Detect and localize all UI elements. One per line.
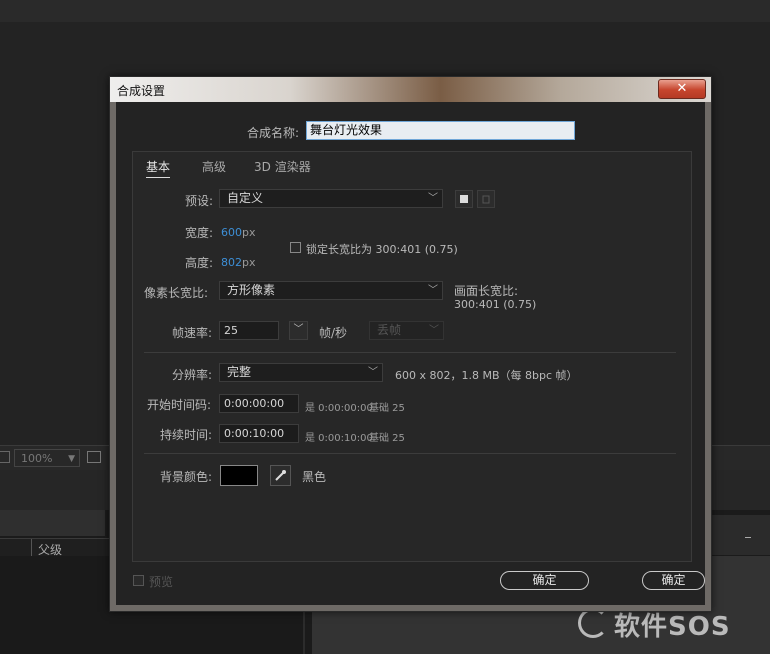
chevron-down-icon: ﹀ [368, 367, 378, 378]
resolution-info: 600 x 802，1.8 MB（每 8bpc 帧） [395, 369, 578, 382]
timeline-column-header: 父级 [0, 538, 110, 558]
duration-input[interactable]: 0:00:10:00 [219, 424, 299, 443]
minimize-icon[interactable] [745, 537, 751, 538]
start-timecode-input[interactable]: 0:00:00:00 [219, 394, 299, 413]
ok-button[interactable]: 确定 [500, 571, 589, 590]
start-timecode-note: 是 0:00:00:00 [305, 403, 373, 414]
tab-basic[interactable]: 基本 [146, 158, 171, 178]
composition-name-input[interactable]: 舞台灯光效果 [306, 121, 575, 140]
resolution-label: 分辨率: [172, 368, 213, 382]
resolution-value: 完整 [227, 365, 252, 379]
watermark-logo-icon [578, 608, 608, 638]
snapshot-icon[interactable] [87, 451, 101, 463]
chevron-down-icon: ﹀ [428, 193, 438, 204]
zoom-select[interactable]: 100% ▼ [14, 449, 80, 467]
dialog-title: 合成设置 [117, 84, 166, 98]
bg-color-label: 背景颜色: [160, 470, 213, 484]
top-panel-strip [0, 0, 770, 22]
divider [144, 352, 676, 353]
dialog-titlebar[interactable]: 合成设置 ✕ [110, 77, 711, 102]
trash-icon [482, 195, 490, 204]
width-unit: px [242, 226, 256, 239]
tab-advanced[interactable]: 高级 [202, 158, 226, 175]
frame-rate-dropdown-button[interactable]: ﹀ [289, 321, 308, 340]
frame-aspect-value: 300:401 (0.75) [454, 298, 537, 311]
height-unit: px [242, 256, 256, 269]
divider [144, 453, 676, 454]
width-value[interactable]: 600 [221, 226, 242, 239]
close-button[interactable]: ✕ [658, 79, 706, 99]
frame-rate-unit: 帧/秒 [319, 326, 348, 340]
eyedropper-icon [275, 470, 286, 481]
tab-3d-renderer[interactable]: 3D 渲染器 [254, 158, 311, 175]
width-label: 宽度: [185, 226, 214, 240]
save-preset-icon [460, 195, 468, 203]
frame-aspect-label: 画面长宽比: [454, 284, 519, 298]
settings-panel: 基本 高级 3D 渲染器 预设: 自定义 ﹀ 宽度: 600 px 锁定长宽比为 … [132, 151, 692, 562]
start-timecode-base: 基础 25 [369, 403, 405, 414]
chevron-down-icon: ▼ [68, 454, 75, 464]
duration-label: 持续时间: [160, 428, 213, 442]
preset-value: 自定义 [227, 191, 264, 205]
preset-label: 预设: [185, 194, 214, 208]
frame-rate-label: 帧速率: [172, 326, 213, 340]
chevron-down-icon: ﹀ [429, 325, 439, 336]
region-icon[interactable] [0, 451, 10, 463]
cancel-button[interactable]: 确定 [642, 571, 705, 590]
height-value[interactable]: 802 [221, 256, 242, 269]
timeline-search-bar[interactable] [0, 510, 105, 536]
pixel-aspect-value: 方形像素 [227, 283, 276, 297]
resolution-select[interactable]: 完整 ﹀ [219, 363, 383, 382]
pixel-aspect-label: 像素长宽比: [144, 286, 209, 300]
lock-aspect-label: 锁定长宽比为 300:401 (0.75) [306, 243, 458, 256]
drop-frame-value: 丢帧 [377, 323, 402, 337]
dialog-body: 合成名称: 舞台灯光效果 基本 高级 3D 渲染器 预设: 自定义 ﹀ 宽度: 6… [116, 102, 705, 605]
height-label: 高度: [185, 256, 214, 270]
bg-color-name: 黑色 [302, 470, 327, 484]
right-panel [712, 515, 770, 555]
preview-checkbox[interactable] [133, 575, 144, 586]
frame-rate-input[interactable]: 25 [219, 321, 279, 340]
drop-frame-select[interactable]: 丢帧 ﹀ [369, 321, 444, 340]
preset-select[interactable]: 自定义 ﹀ [219, 189, 443, 208]
chevron-down-icon: ﹀ [293, 324, 304, 335]
lock-aspect-checkbox[interactable] [290, 242, 301, 253]
zoom-value: 100% [21, 452, 53, 465]
eyedropper-button[interactable] [270, 465, 291, 486]
bg-color-swatch[interactable] [220, 465, 258, 486]
composition-settings-dialog: 合成设置 ✕ 合成名称: 舞台灯光效果 基本 高级 3D 渲染器 预设: 自定义… [109, 76, 712, 612]
column-divider [31, 539, 32, 557]
duration-note: 是 0:00:10:00 [305, 433, 373, 444]
start-timecode-label: 开始时间码: [147, 398, 212, 412]
composition-name-label: 合成名称: [247, 126, 300, 140]
pixel-aspect-select[interactable]: 方形像素 ﹀ [219, 281, 443, 300]
save-preset-button[interactable] [455, 190, 473, 208]
close-icon: ✕ [676, 81, 688, 96]
watermark-text: 软件SOS [614, 612, 731, 642]
duration-base: 基础 25 [369, 433, 405, 444]
delete-preset-button[interactable] [477, 190, 495, 208]
chevron-down-icon: ﹀ [428, 285, 438, 296]
preview-label: 预览 [149, 575, 174, 589]
